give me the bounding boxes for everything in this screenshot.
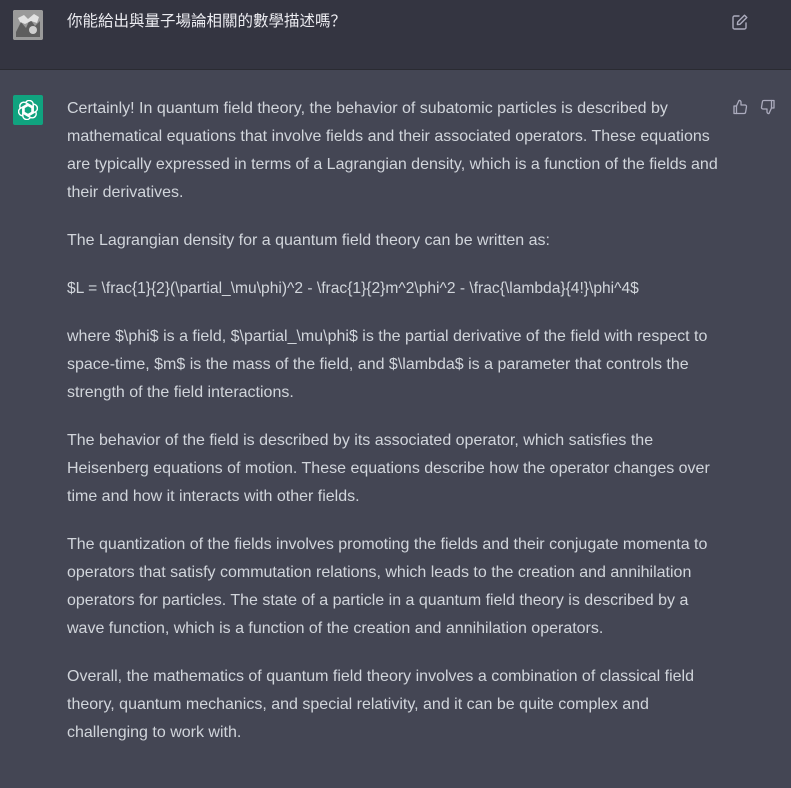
paragraph: Overall, the mathematics of quantum fiel… — [67, 668, 694, 741]
paragraph: The Lagrangian density for a quantum fie… — [67, 232, 550, 249]
paragraph: The behavior of the field is described b… — [67, 432, 710, 505]
openai-logo-icon — [13, 95, 43, 125]
thumbs-up-icon[interactable] — [732, 99, 748, 115]
paragraph: Certainly! In quantum field theory, the … — [67, 100, 718, 201]
user-message-text: 你能給出與量子場論相關的數學描述嗎？ — [67, 12, 347, 30]
paragraph: where $\phi$ is a field, $\partial_\mu\p… — [67, 328, 708, 401]
assistant-message-row: Certainly! In quantum field theory, the … — [0, 70, 791, 788]
user-message-row: 你能給出與量子場論相關的數學描述嗎？ — [0, 0, 791, 70]
formula-paragraph: $L = \frac{1}{2}(\partial_\mu\phi)^2 - \… — [67, 280, 639, 297]
assistant-message-text: Certainly! In quantum field theory, the … — [67, 95, 727, 767]
thumbs-down-icon[interactable] — [760, 99, 776, 115]
edit-icon[interactable] — [731, 13, 749, 31]
user-avatar — [13, 10, 43, 40]
paragraph: The quantization of the fields involves … — [67, 536, 708, 637]
